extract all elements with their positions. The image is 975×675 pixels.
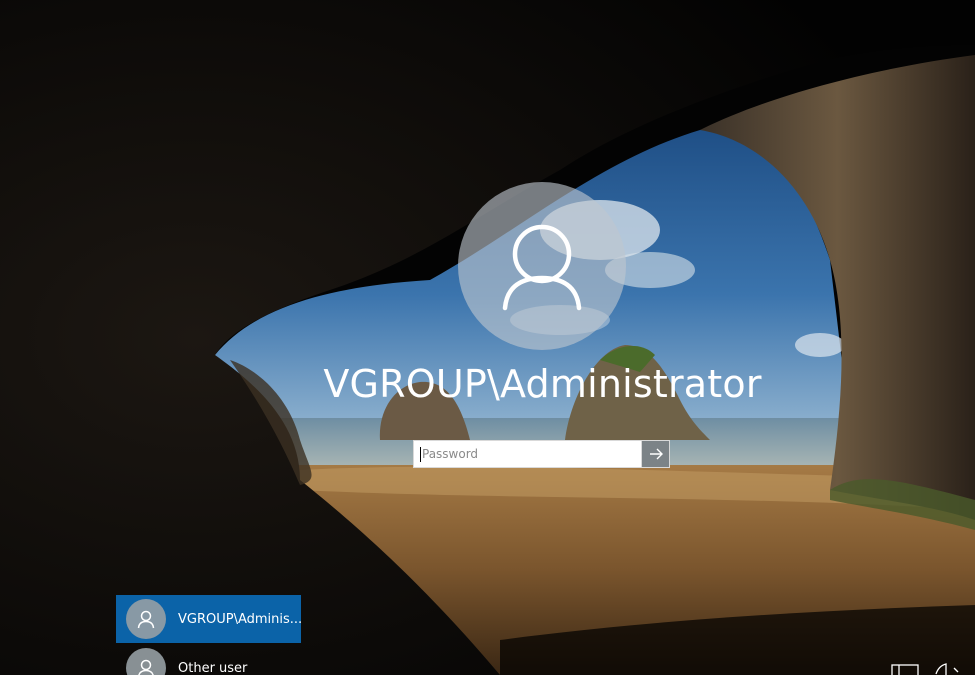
- submit-button[interactable]: [641, 441, 669, 467]
- arrow-right-icon: [649, 448, 663, 460]
- text-caret: [420, 447, 421, 462]
- password-input[interactable]: [414, 441, 641, 467]
- user-icon: [138, 659, 154, 675]
- user-tile-avatar: [126, 599, 166, 639]
- user-tile-label: Other user: [178, 660, 248, 675]
- lock-screen: VGROUP\Administrator VGROUP\Adminis... O…: [0, 0, 975, 675]
- user-tile-avatar: [126, 648, 166, 675]
- user-icon: [137, 610, 155, 629]
- user-icon: [502, 224, 582, 311]
- network-icon[interactable]: [891, 664, 921, 675]
- user-tile-administrator[interactable]: VGROUP\Adminis...: [116, 595, 303, 643]
- ease-of-access-icon[interactable]: [932, 662, 962, 675]
- username-label: VGROUP\Administrator: [323, 362, 762, 406]
- password-box: [413, 440, 670, 468]
- user-tile-label: VGROUP\Adminis...: [178, 611, 303, 627]
- user-avatar: [458, 182, 626, 350]
- user-tile-other-user[interactable]: Other user: [116, 644, 301, 675]
